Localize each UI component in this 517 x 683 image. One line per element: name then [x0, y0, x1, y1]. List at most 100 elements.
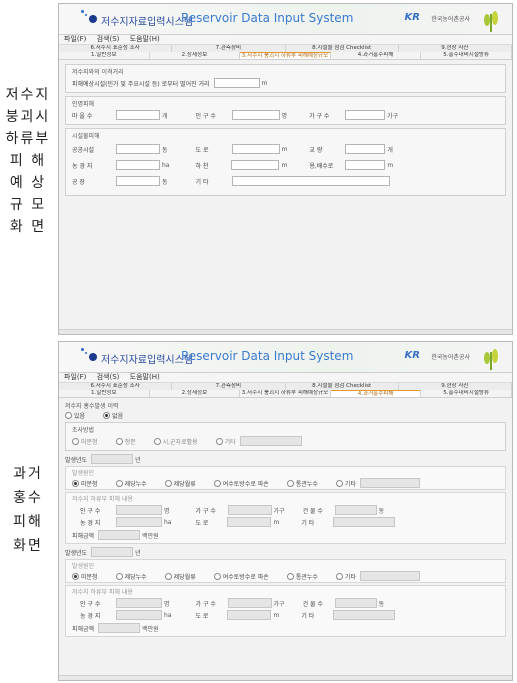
other-input[interactable]: [333, 610, 396, 620]
side-label-line: 피해: [13, 514, 43, 530]
river-input[interactable]: [231, 160, 280, 170]
flood-history-yes[interactable]: 있음: [65, 411, 85, 420]
radio-icon: [72, 479, 79, 487]
canal-input[interactable]: [345, 160, 386, 170]
amount-input[interactable]: [98, 623, 141, 633]
cause-option[interactable]: 기타: [335, 479, 356, 488]
radio-icon: [103, 412, 111, 419]
households-input[interactable]: [227, 505, 272, 515]
survey-other-input[interactable]: [239, 436, 302, 446]
tab-general[interactable]: 1.일반정보: [59, 52, 150, 59]
survey-option-2[interactable]: 청문: [115, 437, 136, 446]
cause-option[interactable]: 제당월류: [164, 572, 196, 581]
menu-file[interactable]: 파일(F): [64, 373, 86, 381]
tab-instruments[interactable]: 7.관측장비: [172, 383, 286, 390]
tab-general[interactable]: 1.일반정보: [59, 390, 150, 397]
tab-past-flood[interactable]: 4.과거홍수피해: [330, 390, 422, 397]
amount-input[interactable]: [98, 530, 141, 540]
amount-unit: 백만원: [142, 532, 159, 540]
other-input[interactable]: [333, 517, 396, 527]
tab-photos[interactable]: 9.현장 사진: [399, 383, 512, 390]
cause-option[interactable]: 여수토방수로 파손: [213, 479, 269, 488]
cause-other-input[interactable]: [359, 478, 420, 488]
population-input[interactable]: [116, 598, 162, 608]
tab-damage-estimate[interactable]: 3.저수지 붕괴시 하류부 피해예상규모: [240, 390, 331, 397]
human-damage-title: 인명피해: [72, 101, 95, 108]
menu-search[interactable]: 검색(S): [97, 35, 120, 43]
option-label: 미분청: [81, 573, 98, 581]
cause-option[interactable]: 통관누수: [286, 572, 318, 581]
tab-flood-facility[interactable]: 5.홍수대비시설방류: [421, 52, 512, 59]
year-unit: 년: [135, 456, 141, 464]
tab-detail[interactable]: 2.상세정보: [149, 390, 241, 397]
road-input[interactable]: [231, 144, 280, 154]
cause-option[interactable]: 통관누수: [286, 479, 318, 488]
field-label: 농 경 지: [80, 612, 101, 620]
flood-history-no[interactable]: 없음: [103, 411, 123, 420]
villages-input[interactable]: [116, 110, 160, 120]
field-unit: 명: [164, 507, 170, 515]
river-unit: m: [281, 161, 288, 169]
cause-option[interactable]: 미분청: [72, 572, 98, 581]
public-facility-label: 공공시설: [72, 146, 95, 154]
cause-option[interactable]: 제당월류: [164, 479, 196, 488]
cause-other-input[interactable]: [359, 571, 420, 581]
tab-survey[interactable]: 6.저수지 표준성 조사: [59, 383, 173, 390]
other-input[interactable]: [231, 176, 390, 186]
buildings-input[interactable]: [334, 505, 377, 515]
org-name: 한국농어촌공사: [431, 16, 470, 23]
menu-help[interactable]: 도움말(H): [130, 373, 160, 381]
year-input[interactable]: [91, 547, 134, 557]
app-banner: 저수지자료입력시스템 Reservoir Data Input System K…: [59, 342, 512, 373]
distance-input[interactable]: [213, 78, 260, 88]
households-input[interactable]: [227, 598, 272, 608]
survey-option-1[interactable]: 미분청: [72, 437, 98, 446]
households-unit: 가구: [387, 112, 399, 120]
survey-option-4[interactable]: 기타: [215, 437, 236, 446]
road-input[interactable]: [227, 610, 272, 620]
year-label: 발생년도: [65, 456, 88, 464]
field-label: 건 물 수: [302, 600, 323, 608]
menu-search[interactable]: 검색(S): [97, 373, 120, 381]
year-input[interactable]: [91, 454, 134, 464]
tab-damage-estimate[interactable]: 3.저수지 붕괴시 하류부 피해예상규모: [240, 52, 331, 59]
tab-checklist[interactable]: 8.시설물 점검 Checklist: [286, 45, 399, 52]
farmland-input[interactable]: [116, 610, 162, 620]
option-label: 여수토방수로 파손: [222, 573, 269, 581]
tab-survey[interactable]: 6.저수지 표준성 조사: [59, 45, 173, 52]
menu-help[interactable]: 도움말(H): [130, 35, 160, 43]
app-title-ko: 저수지자료입력시스템: [101, 17, 193, 28]
cause-group: 발생원인 미분청 제당누수 제당월류 여수토방수로 파손 통관누수 기타: [65, 559, 506, 583]
buildings-input[interactable]: [334, 598, 377, 608]
flood-record: 발생년도 년 발생원인 미분청 제당누수 제당월류 여수토방수로 파손 통관누수…: [65, 454, 506, 544]
public-facility-input[interactable]: [116, 144, 160, 154]
cause-option[interactable]: 기타: [335, 572, 356, 581]
tab-detail[interactable]: 2.상세정보: [149, 52, 241, 59]
farmland-input[interactable]: [116, 517, 162, 527]
survey-option-3[interactable]: 시,군자료활용: [153, 437, 198, 446]
tab-photos[interactable]: 9.현장 사진: [399, 45, 512, 52]
cause-option[interactable]: 제당누수: [115, 572, 147, 581]
radio-icon: [115, 437, 123, 445]
cause-option[interactable]: 미분청: [72, 479, 98, 488]
tab-flood-facility[interactable]: 5.홍수대비시설방류: [421, 390, 512, 397]
menu-file[interactable]: 파일(F): [64, 35, 86, 43]
households-label: 가 구 수: [309, 112, 330, 120]
households-input[interactable]: [345, 110, 386, 120]
tab-checklist[interactable]: 8.시설물 점검 Checklist: [286, 383, 399, 390]
factory-input[interactable]: [116, 176, 160, 186]
tab-past-flood[interactable]: 4.과거홍수피해: [330, 52, 422, 59]
survey-method-title: 조사방법: [72, 427, 95, 434]
tab-instruments[interactable]: 7.관측장비: [172, 45, 286, 52]
option-label: 제당누수: [124, 480, 147, 488]
bridge-input[interactable]: [345, 144, 386, 154]
population-input[interactable]: [231, 110, 280, 120]
field-label: 인 구 수: [80, 600, 101, 608]
population-input[interactable]: [116, 505, 162, 515]
cause-option[interactable]: 제당누수: [115, 479, 147, 488]
field-unit: ha: [164, 518, 172, 526]
cause-option[interactable]: 여수토방수로 파손: [213, 572, 269, 581]
radio-icon: [335, 479, 343, 487]
road-input[interactable]: [227, 517, 272, 527]
farmland-input[interactable]: [116, 160, 160, 170]
